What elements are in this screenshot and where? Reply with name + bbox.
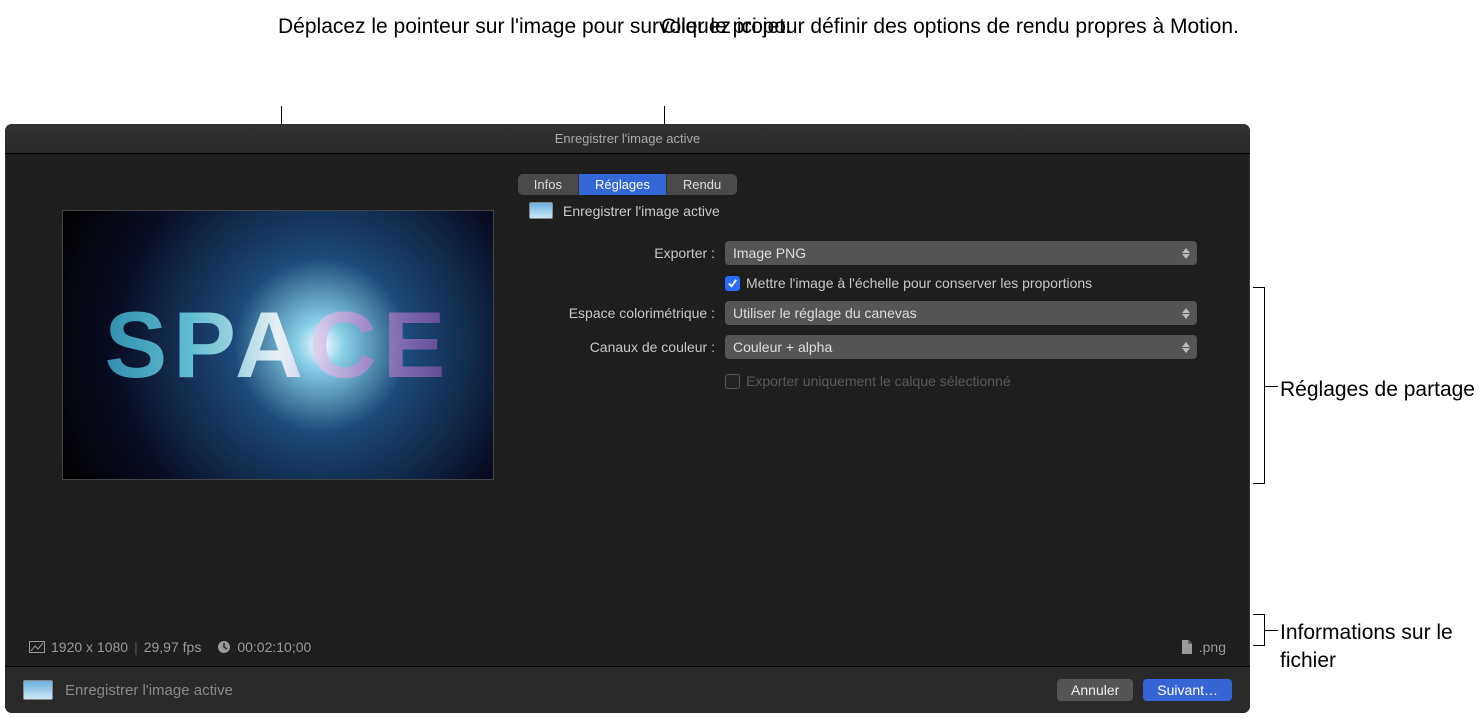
channels-select[interactable]: Couleur + alpha [725, 335, 1197, 359]
status-duration: 00:02:10;00 [237, 639, 311, 655]
status-extension: .png [1199, 639, 1226, 655]
preview-thumbnail[interactable]: SPACE [62, 210, 494, 480]
select-arrows-icon [1179, 338, 1193, 356]
export-label: Exporter : [529, 245, 725, 261]
channels-label: Canaux de couleur : [529, 339, 725, 355]
export-layer-checkbox[interactable] [725, 374, 740, 389]
colorspace-select[interactable]: Utiliser le réglage du canevas [725, 301, 1197, 325]
file-icon [1181, 640, 1193, 654]
status-fps: 29,97 fps [144, 639, 202, 655]
footer-title: Enregistrer l'image active [65, 682, 233, 699]
resolution-icon [29, 641, 45, 653]
preview-text: SPACE [105, 291, 452, 399]
next-button[interactable]: Suivant… [1143, 679, 1232, 701]
export-select[interactable]: Image PNG [725, 241, 1197, 265]
export-layer-checkbox-label: Exporter uniquement le calque sélectionn… [746, 373, 1011, 389]
tab-bar: Infos Réglages Rendu [5, 174, 1250, 195]
export-dialog: Enregistrer l'image active Infos Réglage… [5, 124, 1250, 713]
panel-header-title: Enregistrer l'image active [563, 203, 720, 219]
callout-render: Cliquez ici pour définir des options de … [661, 13, 1239, 41]
select-arrows-icon [1179, 304, 1193, 322]
status-resolution: 1920 x 1080 [51, 639, 128, 655]
export-select-value: Image PNG [733, 245, 806, 261]
settings-panel: Enregistrer l'image active Exporter : Im… [529, 202, 1220, 399]
select-arrows-icon [1179, 244, 1193, 262]
cancel-button[interactable]: Annuler [1057, 679, 1133, 701]
tab-rendu[interactable]: Rendu [667, 174, 737, 195]
bracket-settings [1253, 287, 1265, 484]
colorspace-select-value: Utiliser le réglage du canevas [733, 305, 917, 321]
window-title: Enregistrer l'image active [5, 124, 1250, 154]
scale-checkbox-label: Mettre l'image à l'échelle pour conserve… [746, 275, 1092, 291]
bracket-fileinfo [1253, 614, 1265, 646]
scale-checkbox[interactable] [725, 276, 740, 291]
status-bar: 1920 x 1080 | 29,97 fps 00:02:10;00 .png [5, 627, 1250, 667]
tab-reglages[interactable]: Réglages [579, 174, 667, 195]
panel-thumb-icon [529, 202, 553, 219]
tab-infos[interactable]: Infos [518, 174, 579, 195]
channels-select-value: Couleur + alpha [733, 339, 832, 355]
colorspace-label: Espace colorimétrique : [529, 305, 725, 321]
footer: Enregistrer l'image active Annuler Suiva… [5, 667, 1250, 713]
clock-icon [217, 640, 231, 654]
footer-thumb-icon [23, 680, 53, 700]
callout-fileinfo: Informations sur le fichier [1280, 619, 1479, 676]
callout-settings: Réglages de partage [1280, 376, 1475, 404]
